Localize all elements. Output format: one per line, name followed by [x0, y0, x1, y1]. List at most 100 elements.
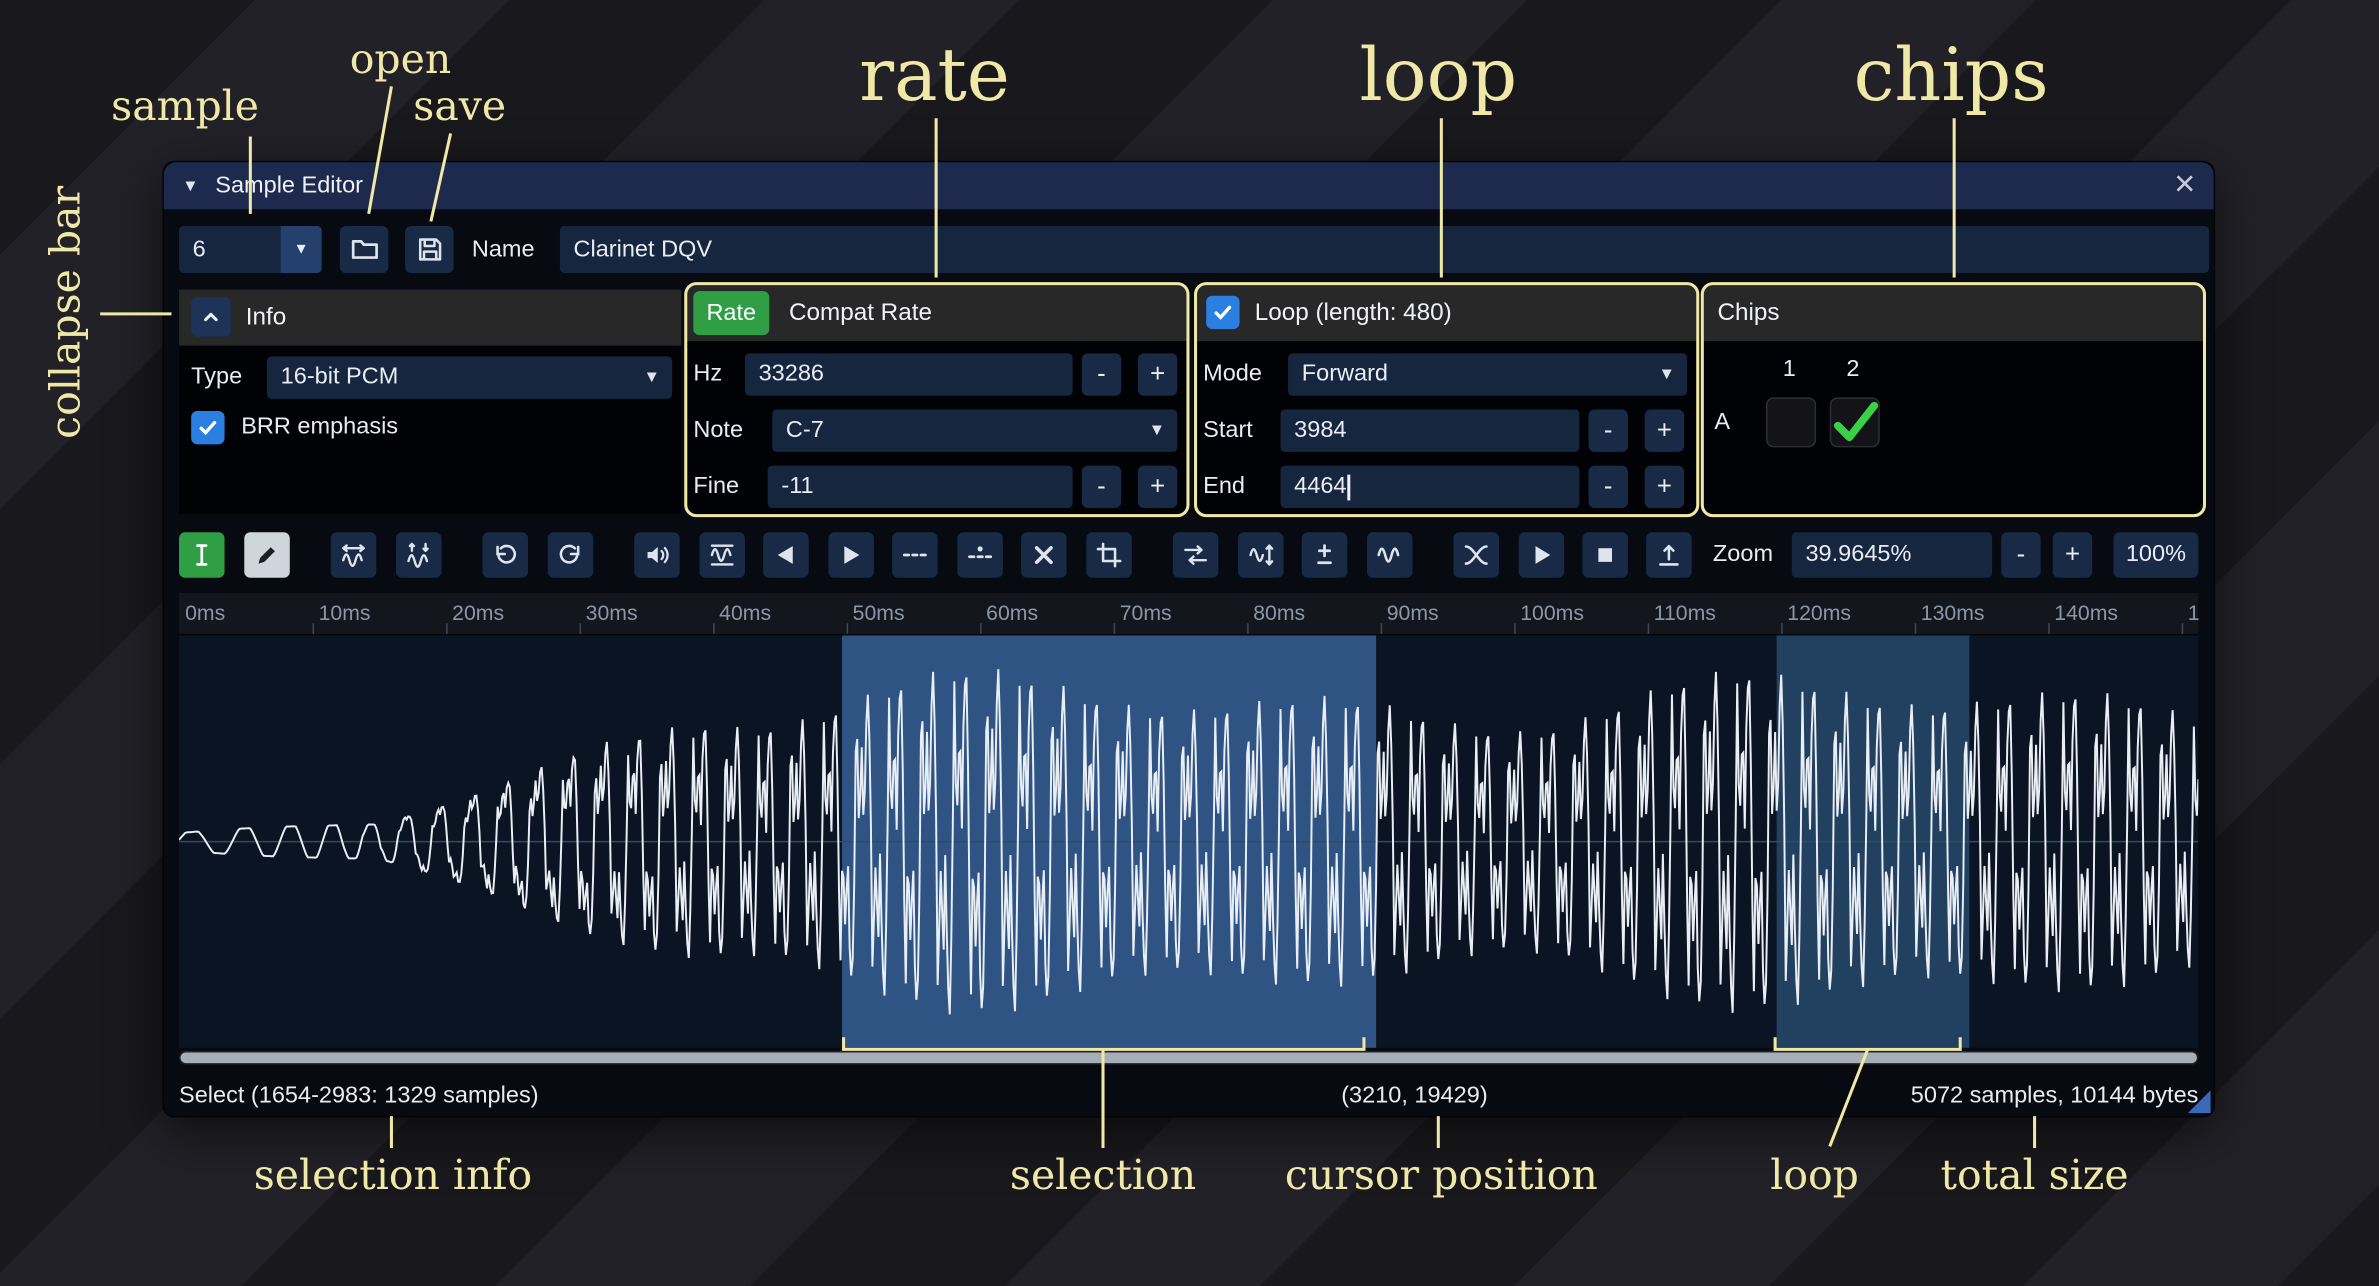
filter-button[interactable]: [1367, 532, 1413, 577]
floppy-save-icon: [415, 235, 444, 264]
loop-start-minus-button[interactable]: -: [1589, 409, 1628, 451]
open-button[interactable]: [340, 226, 389, 273]
zoom-in-button[interactable]: +: [2053, 532, 2092, 577]
fine-plus-button[interactable]: +: [1138, 466, 1177, 508]
loop-enable-checkbox[interactable]: [1206, 296, 1239, 329]
note-dropdown[interactable]: C-7 ▼: [772, 409, 1177, 451]
window-collapse-icon[interactable]: ▼: [182, 177, 199, 195]
waveform-display[interactable]: [179, 635, 2198, 1047]
insert-silence-button[interactable]: [892, 532, 938, 577]
chevron-down-icon: ▼: [1149, 422, 1178, 440]
rate-panel-body: Hz 33286 - + Note C-7 ▼ Fine -11 - +: [687, 341, 1186, 514]
loop-end-input[interactable]: 4464: [1281, 466, 1580, 508]
resize-wave-icon: [340, 541, 367, 568]
normalize-button[interactable]: [699, 532, 745, 577]
loop-panel-title: Loop (length: 480): [1255, 300, 1452, 327]
fine-label: Fine: [693, 466, 739, 508]
invert-wave-icon: [1247, 541, 1274, 568]
redo-button[interactable]: [548, 532, 594, 577]
chips-panel-title: Chips: [1717, 300, 1779, 327]
loop-mode-dropdown[interactable]: Forward ▼: [1288, 353, 1687, 395]
zoom-value: 39.9645%: [1805, 541, 1911, 568]
reverse-button[interactable]: [1173, 532, 1219, 577]
ruler-tick: [1915, 623, 1917, 634]
chevron-down-icon[interactable]: ▼: [281, 226, 322, 273]
draw-tool-button[interactable]: [244, 532, 290, 577]
ruler-tick: [446, 623, 448, 634]
crossfade-button[interactable]: [1453, 532, 1499, 577]
loop-start-plus-button[interactable]: +: [1645, 409, 1684, 451]
folder-open-icon: [350, 235, 379, 264]
chips-panel-body: 1 2 A: [1704, 341, 2203, 514]
apply-silence-button[interactable]: [957, 532, 1003, 577]
resize-button[interactable]: [331, 532, 377, 577]
ruler-tick: [1648, 623, 1650, 634]
loop-panel-body: Mode Forward ▼ Start 3984 - + End 4464 -…: [1197, 341, 1696, 514]
brr-emphasis-checkbox[interactable]: [191, 411, 224, 444]
loop-end-plus-button[interactable]: +: [1645, 466, 1684, 508]
hz-minus-button[interactable]: -: [1082, 353, 1121, 395]
fine-minus-button[interactable]: -: [1082, 466, 1121, 508]
fade-in-button[interactable]: [763, 532, 809, 577]
ruler-tick-label: 70ms: [1120, 601, 1172, 625]
loop-start-value: 3984: [1294, 417, 1346, 444]
loop-start-input[interactable]: 3984: [1281, 409, 1580, 451]
chip-column-2: 2: [1846, 353, 1859, 386]
trim-button[interactable]: [1086, 532, 1132, 577]
ruler-tick: [2048, 623, 2050, 634]
window-resize-grip[interactable]: [2188, 1090, 2211, 1113]
hz-input[interactable]: 33286: [745, 353, 1073, 395]
chip-checkbox-1[interactable]: [1766, 397, 1816, 447]
delete-button[interactable]: [1021, 532, 1067, 577]
sample-number-select[interactable]: 6 ▼: [179, 226, 322, 273]
info-panel-body: Type 16-bit PCM ▼ BRR emphasis: [179, 346, 681, 514]
invert-button[interactable]: [1238, 532, 1284, 577]
undo-button[interactable]: [482, 532, 528, 577]
chips-panel-header: Chips: [1704, 285, 2203, 341]
annotation-loop: loop: [1360, 33, 1518, 118]
chip-checkbox-2[interactable]: [1830, 397, 1880, 447]
hz-plus-button[interactable]: +: [1138, 353, 1177, 395]
rate-button-label: Rate: [706, 300, 756, 327]
waveform-scrollbar-thumb[interactable]: [181, 1052, 2197, 1063]
zoom-input[interactable]: 39.9645%: [1792, 532, 1992, 577]
chevron-down-icon: ▼: [1658, 365, 1687, 383]
check-icon: [196, 416, 220, 440]
resample-button[interactable]: [396, 532, 442, 577]
rate-button[interactable]: Rate: [693, 291, 769, 335]
info-panel-header: Info: [179, 290, 681, 346]
save-button[interactable]: [405, 226, 454, 273]
ruler-tick: [980, 623, 982, 634]
redo-icon: [557, 541, 584, 568]
waveform-scrollbar-track: [179, 1051, 2198, 1065]
select-tool-button[interactable]: [179, 532, 225, 577]
preview-button[interactable]: [1519, 532, 1565, 577]
zoom-label: Zoom: [1713, 532, 1773, 577]
check-icon: [1211, 300, 1235, 324]
close-button[interactable]: ×: [2174, 164, 2195, 206]
name-label: Name: [472, 226, 535, 273]
plus-icon: +: [1657, 416, 1672, 446]
sample-name-input[interactable]: Clarinet DQV: [560, 226, 2209, 273]
sample-number-value: 6: [179, 236, 206, 263]
amplify-button[interactable]: [634, 532, 680, 577]
stop-preview-button[interactable]: [1582, 532, 1628, 577]
fine-input[interactable]: -11: [768, 466, 1073, 508]
loop-mode-label: Mode: [1203, 353, 1262, 395]
collapse-info-button[interactable]: [191, 297, 230, 336]
ruler-tick: [847, 623, 849, 634]
ruler-tick-label: 20ms: [452, 601, 504, 625]
sample-type-dropdown[interactable]: 16-bit PCM ▼: [267, 356, 672, 398]
sign-invert-button[interactable]: [1302, 532, 1348, 577]
status-cursor-position: (3210, 19429): [1341, 1074, 1487, 1119]
window-titlebar[interactable]: ▼ Sample Editor ×: [164, 162, 2214, 209]
minus-icon: -: [1097, 472, 1106, 502]
zoom-out-button[interactable]: -: [2001, 532, 2040, 577]
minus-icon: -: [1097, 359, 1106, 389]
zoom-reset-button[interactable]: 100%: [2113, 532, 2198, 577]
fade-out-button[interactable]: [828, 532, 874, 577]
loop-end-minus-button[interactable]: -: [1589, 466, 1628, 508]
reverse-arrows-icon: [1182, 541, 1209, 568]
plus-icon: +: [1150, 359, 1165, 389]
upload-button[interactable]: [1646, 532, 1692, 577]
